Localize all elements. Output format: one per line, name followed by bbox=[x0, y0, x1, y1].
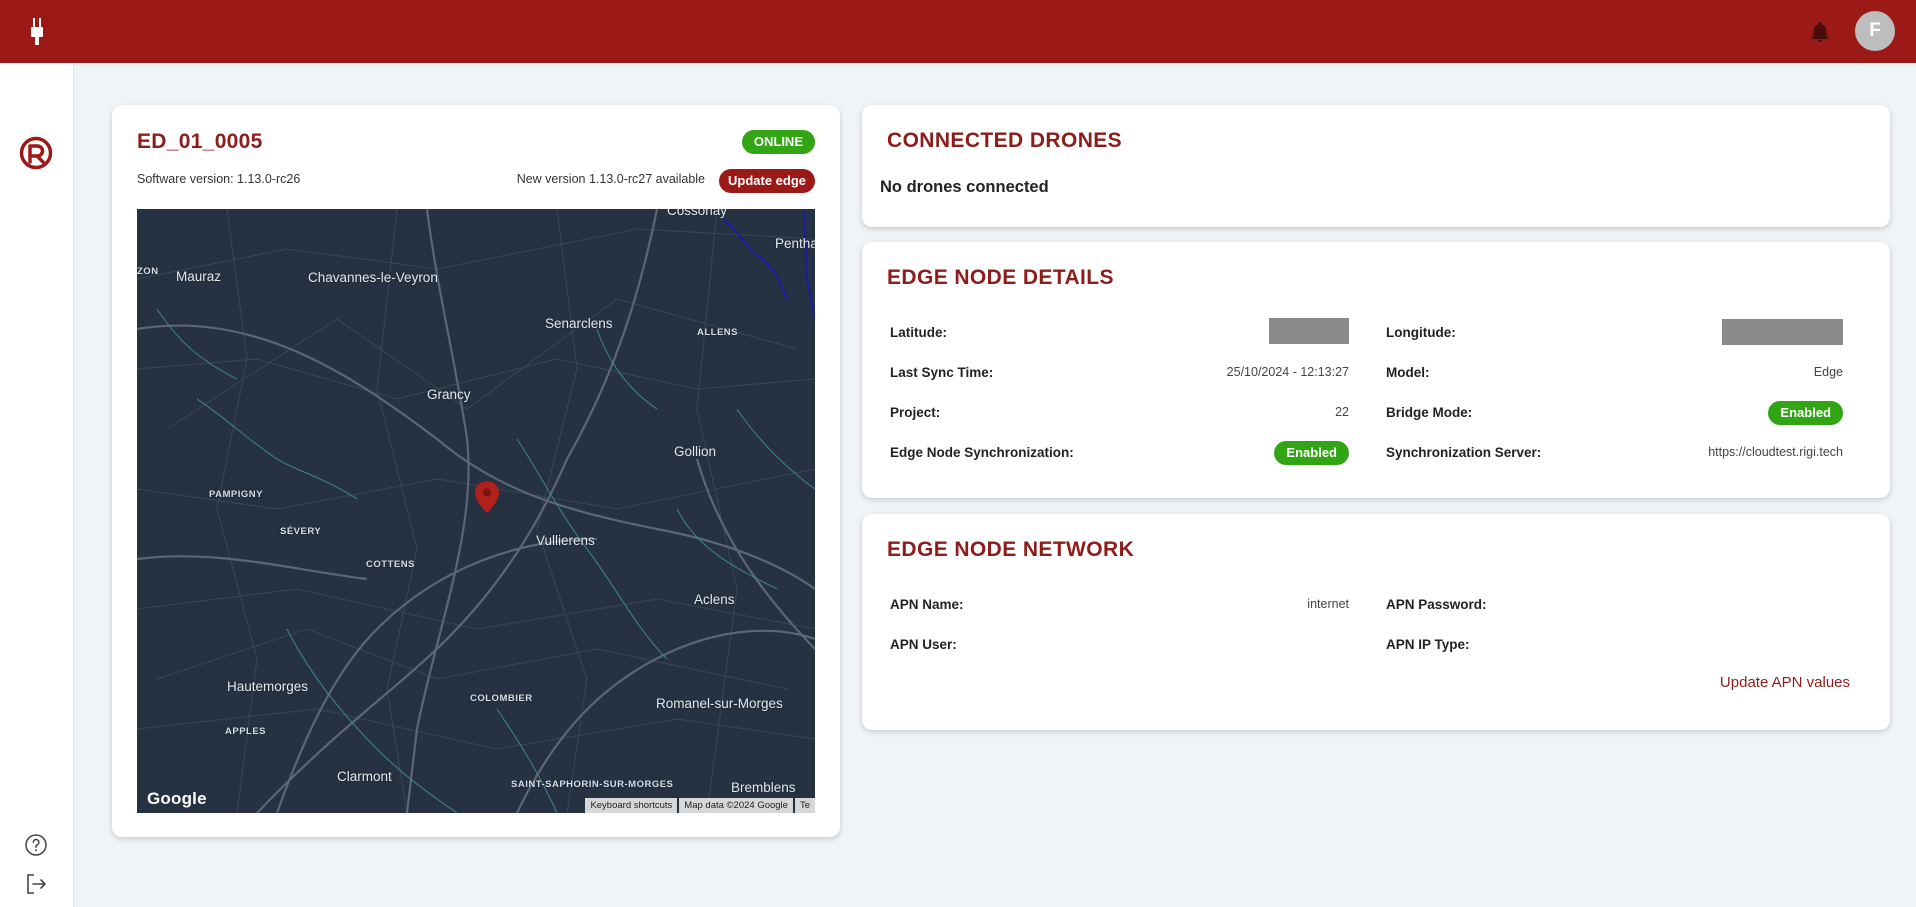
latitude-value-redacted bbox=[1269, 318, 1349, 344]
map-label: COLOMBIER bbox=[470, 693, 533, 704]
map-label: Clarmont bbox=[337, 769, 392, 784]
project-label: Project: bbox=[890, 405, 941, 420]
model-label: Model: bbox=[1386, 365, 1430, 380]
plug-icon[interactable] bbox=[27, 18, 47, 46]
map-data-credit: Map data ©2024 Google bbox=[679, 798, 793, 813]
terms-link[interactable]: Te bbox=[794, 798, 815, 813]
section-title: EDGE NODE NETWORK bbox=[887, 538, 1135, 561]
last-sync-label: Last Sync Time: bbox=[890, 365, 994, 380]
map-label: Cossonay bbox=[667, 209, 728, 218]
software-version: Software version: 1.13.0-rc26 bbox=[137, 172, 301, 186]
map-label: SÉVERY bbox=[280, 526, 322, 537]
map-label: ALLENS bbox=[697, 327, 738, 338]
map[interactable]: Cossonay Pentha ZON Mauraz Chavannes-le-… bbox=[137, 209, 815, 813]
apn-password-label: APN Password: bbox=[1386, 597, 1487, 612]
longitude-label: Longitude: bbox=[1386, 325, 1456, 340]
sync-badge: Enabled bbox=[1274, 441, 1349, 465]
section-title: CONNECTED DRONES bbox=[887, 129, 1123, 152]
new-version-notice: New version 1.13.0-rc27 available bbox=[516, 172, 705, 186]
map-label: Romanel-sur-Morges bbox=[656, 696, 783, 711]
map-label: Vullierens bbox=[536, 533, 595, 548]
map-label: Mauraz bbox=[176, 269, 222, 284]
project-value: 22 bbox=[1335, 405, 1349, 419]
apn-user-label: APN User: bbox=[890, 637, 957, 652]
map-label: Pentha bbox=[775, 236, 815, 251]
map-label: Bremblens bbox=[731, 780, 796, 795]
bridge-mode-label: Bridge Mode: bbox=[1386, 405, 1473, 420]
edge-node-card: ED_01_0005 ONLINE Software version: 1.13… bbox=[112, 105, 840, 837]
edge-node-title: ED_01_0005 bbox=[137, 130, 263, 153]
notification-bell-icon[interactable] bbox=[1808, 20, 1832, 44]
sync-server-value: https://cloudtest.rigi.tech bbox=[1708, 445, 1843, 459]
map-label: Senarclens bbox=[545, 316, 613, 331]
r-logo-icon[interactable] bbox=[18, 135, 54, 171]
edge-node-network-card: EDGE NODE NETWORK APN Name: internet APN… bbox=[862, 514, 1890, 730]
edge-node-details-card: EDGE NODE DETAILS Latitude: Longitude: L… bbox=[862, 242, 1890, 498]
apn-ip-type-label: APN IP Type: bbox=[1386, 637, 1470, 652]
map-label: Chavannes-le-Veyron bbox=[308, 270, 438, 285]
keyboard-shortcuts-link[interactable]: Keyboard shortcuts bbox=[585, 798, 678, 813]
apn-name-value: internet bbox=[1307, 597, 1349, 611]
last-sync-value: 25/10/2024 - 12:13:27 bbox=[1226, 365, 1349, 379]
map-label: ZON bbox=[137, 266, 159, 277]
connected-drones-card: CONNECTED DRONES No drones connected bbox=[862, 105, 1890, 227]
map-label: APPLES bbox=[225, 726, 267, 737]
sidebar bbox=[0, 63, 74, 907]
update-apn-link[interactable]: Update APN values bbox=[1720, 674, 1850, 691]
status-badge: ONLINE bbox=[741, 130, 815, 154]
map-label: COTTENS bbox=[366, 559, 415, 570]
google-logo: Google bbox=[147, 789, 207, 808]
map-label: Hautemorges bbox=[227, 679, 309, 694]
section-title: EDGE NODE DETAILS bbox=[887, 266, 1114, 289]
update-edge-button[interactable]: Update edge bbox=[718, 169, 815, 193]
map-label: Gollion bbox=[674, 444, 717, 459]
empty-state-text: No drones connected bbox=[880, 178, 1049, 196]
model-value: Edge bbox=[1813, 365, 1843, 379]
map-label: SAINT-SAPHORIN-SUR-MORGES bbox=[511, 779, 674, 790]
map-label: PAMPIGNY bbox=[209, 489, 263, 500]
map-pin-icon[interactable] bbox=[475, 481, 499, 513]
latitude-label: Latitude: bbox=[890, 325, 947, 340]
map-attribution: Keyboard shortcuts Map data ©2024 Google… bbox=[583, 798, 815, 813]
top-bar: F bbox=[0, 0, 1916, 63]
bridge-mode-badge: Enabled bbox=[1768, 401, 1843, 425]
help-icon[interactable] bbox=[24, 833, 48, 857]
map-label: Aclens bbox=[694, 592, 735, 607]
longitude-value-redacted bbox=[1722, 319, 1843, 345]
user-avatar[interactable]: F bbox=[1855, 11, 1895, 51]
apn-name-label: APN Name: bbox=[890, 597, 964, 612]
logout-icon[interactable] bbox=[24, 872, 48, 896]
sync-server-label: Synchronization Server: bbox=[1386, 445, 1542, 460]
map-label: Grancy bbox=[427, 387, 471, 402]
sync-label: Edge Node Synchronization: bbox=[890, 445, 1074, 460]
